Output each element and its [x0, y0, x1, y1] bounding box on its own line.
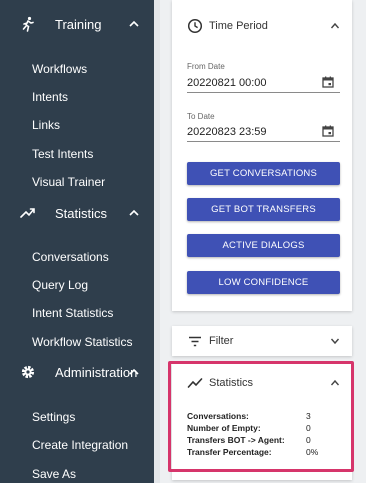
calendar-icon[interactable] [322, 76, 334, 88]
sidebar-group-statistics[interactable]: Statistics [0, 199, 154, 227]
filter-header[interactable]: Filter [172, 329, 352, 353]
filter-panel: Filter [172, 326, 352, 356]
chevron-up-icon [330, 22, 340, 29]
sidebar-item-visual-trainer[interactable]: Visual Trainer [32, 175, 105, 189]
sidebar-group-label: Training [55, 16, 102, 32]
to-date-input[interactable]: 20220823 23:59 [187, 126, 267, 138]
sidebar-item-test-intents[interactable]: Test Intents [32, 147, 93, 161]
get-conversations-button[interactable]: GET CONVERSATIONS [187, 162, 340, 185]
sidebar-item-links[interactable]: Links [32, 118, 60, 132]
filter-icon [189, 336, 201, 347]
to-date-underline [187, 141, 340, 142]
clock-icon [187, 18, 203, 34]
calendar-icon[interactable] [322, 125, 334, 137]
from-date-label: From Date [187, 62, 225, 71]
to-date-label: To Date [187, 112, 215, 121]
statistics-highlight-frame [168, 361, 354, 472]
sidebar-item-create-integration[interactable]: Create Integration [32, 438, 128, 452]
sidebar-item-save-as[interactable]: Save As [32, 467, 76, 481]
active-dialogs-button[interactable]: ACTIVE DIALOGS [187, 234, 340, 257]
sidebar-group-training[interactable]: Training [0, 10, 154, 38]
chevron-up-icon [129, 368, 139, 375]
sidebar-group-administration[interactable]: Administration [0, 358, 154, 386]
low-confidence-button[interactable]: LOW CONFIDENCE [187, 271, 340, 294]
sidebar-item-query-log[interactable]: Query Log [32, 278, 88, 292]
sidebar: Training Workflows Intents Links Test In… [0, 0, 154, 483]
time-period-panel: Time Period From Date 20220821 00:00 To … [172, 0, 352, 311]
from-date-input[interactable]: 20220821 00:00 [187, 77, 267, 89]
sidebar-item-intent-statistics[interactable]: Intent Statistics [32, 306, 113, 320]
scrollbar[interactable] [154, 0, 160, 483]
chevron-up-icon [129, 209, 139, 216]
time-period-title: Time Period [209, 20, 268, 32]
trending-up-icon [20, 208, 35, 218]
sidebar-item-conversations[interactable]: Conversations [32, 250, 109, 264]
sidebar-group-label: Administration [55, 364, 138, 380]
sidebar-item-workflows[interactable]: Workflows [32, 62, 87, 76]
get-bot-transfers-button[interactable]: GET BOT TRANSFERS [187, 198, 340, 221]
filter-title: Filter [209, 335, 234, 347]
sidebar-item-workflow-statistics[interactable]: Workflow Statistics [32, 335, 132, 349]
chevron-up-icon [129, 20, 139, 27]
sidebar-item-intents[interactable]: Intents [32, 90, 68, 104]
from-date-underline [187, 92, 340, 93]
sidebar-group-label: Statistics [55, 205, 108, 221]
gear-icon [21, 365, 35, 379]
sidebar-item-settings[interactable]: Settings [32, 410, 75, 424]
time-period-header[interactable]: Time Period [172, 14, 352, 38]
chevron-down-icon [330, 338, 340, 345]
running-icon [22, 16, 34, 32]
